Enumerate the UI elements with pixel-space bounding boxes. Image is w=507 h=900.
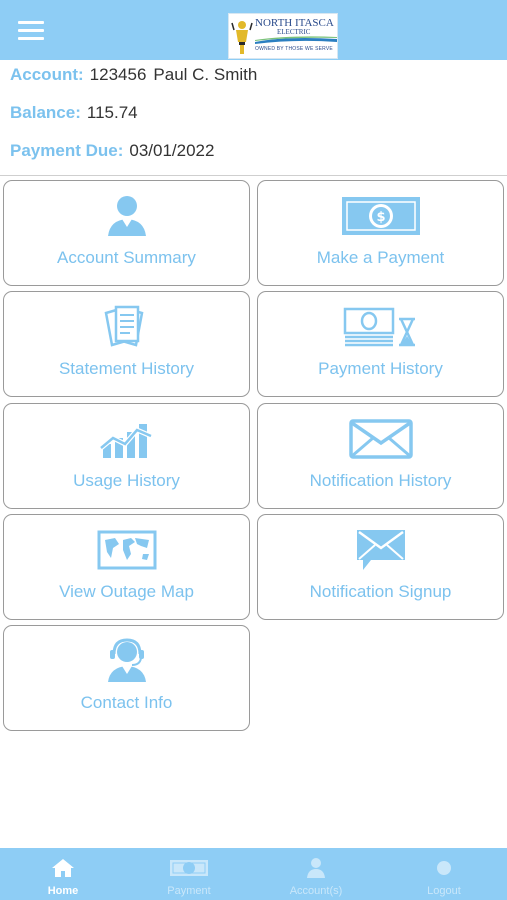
usage-history-button[interactable]: Usage History <box>3 403 250 509</box>
logo-tagline: OWNED BY THOSE WE SERVE <box>255 46 333 52</box>
statement-history-label: Statement History <box>58 359 195 378</box>
notification-history-button[interactable]: Notification History <box>257 403 504 509</box>
notification-signup-label: Notification Signup <box>309 582 452 601</box>
lineman-icon <box>231 21 253 54</box>
logo-sub: ELECTRIC <box>277 28 311 36</box>
balance-label: Balance: <box>10 103 81 122</box>
usage-history-label: Usage History <box>73 471 180 490</box>
money-hourglass-icon <box>336 304 426 350</box>
money-icon <box>169 858 209 878</box>
tab-payment-label: Payment <box>167 885 211 897</box>
tab-home-label: Home <box>47 885 79 897</box>
company-logo: NORTH ITASCA ELECTRIC OWNED BY THOSE WE … <box>228 13 338 59</box>
tab-payment[interactable]: Payment <box>126 848 252 900</box>
balance-row: Balance: 115.74 <box>10 101 145 125</box>
tab-accounts[interactable]: Account(s) <box>253 848 379 900</box>
payment-due-label: Payment Due: <box>10 141 124 160</box>
logout-icon <box>435 858 453 878</box>
account-icon <box>306 858 326 878</box>
top-bar: NORTH ITASCA ELECTRIC OWNED BY THOSE WE … <box>0 0 507 60</box>
statement-history-button[interactable]: Statement History <box>3 291 250 397</box>
contact-info-label: Contact Info <box>80 693 173 712</box>
message-envelope-icon <box>336 527 426 573</box>
account-summary-label: Account Summary <box>57 248 196 267</box>
payment-due-value: 03/01/2022 <box>129 141 215 160</box>
dollar-bill-icon: $ <box>336 193 426 239</box>
account-summary-button[interactable]: Account Summary <box>3 180 250 286</box>
person-icon <box>82 193 172 239</box>
home-icon <box>51 858 75 878</box>
svg-text:$: $ <box>376 210 385 225</box>
account-name: Paul C. Smith <box>153 65 258 84</box>
tab-logout-label: Logout <box>427 885 461 897</box>
world-map-icon <box>82 527 172 573</box>
tab-logout[interactable]: Logout <box>381 848 507 900</box>
payment-due-row: Payment Due: 03/01/2022 <box>10 139 221 163</box>
make-a-payment-label: Make a Payment <box>316 248 445 267</box>
info-divider <box>0 175 507 176</box>
bottom-tab-bar: Home Payment Account(s) Logout <box>0 848 507 900</box>
notification-signup-button[interactable]: Notification Signup <box>257 514 504 620</box>
account-label: Account: <box>10 65 84 84</box>
notification-history-label: Notification History <box>309 471 452 490</box>
logo-swoosh <box>255 36 337 44</box>
payment-history-button[interactable]: Payment History <box>257 291 504 397</box>
view-outage-map-button[interactable]: View Outage Map <box>3 514 250 620</box>
payment-history-label: Payment History <box>318 359 443 378</box>
tab-accounts-label: Account(s) <box>289 885 343 897</box>
hamburger-menu-icon[interactable] <box>18 21 48 43</box>
view-outage-map-label: View Outage Map <box>59 582 194 601</box>
contact-info-button[interactable]: Contact Info <box>3 625 250 731</box>
make-a-payment-button[interactable]: $ Make a Payment <box>257 180 504 286</box>
account-number: 123456 <box>89 65 147 84</box>
app-screen: NORTH ITASCA ELECTRIC OWNED BY THOSE WE … <box>0 0 507 900</box>
envelope-icon <box>336 416 426 462</box>
chart-trend-icon <box>82 416 172 462</box>
tab-home[interactable]: Home <box>0 848 126 900</box>
documents-icon <box>82 304 172 350</box>
balance-value: 115.74 <box>86 103 138 122</box>
support-agent-icon <box>82 638 172 684</box>
account-row: Account: 123456 Paul C. Smith <box>10 63 264 87</box>
